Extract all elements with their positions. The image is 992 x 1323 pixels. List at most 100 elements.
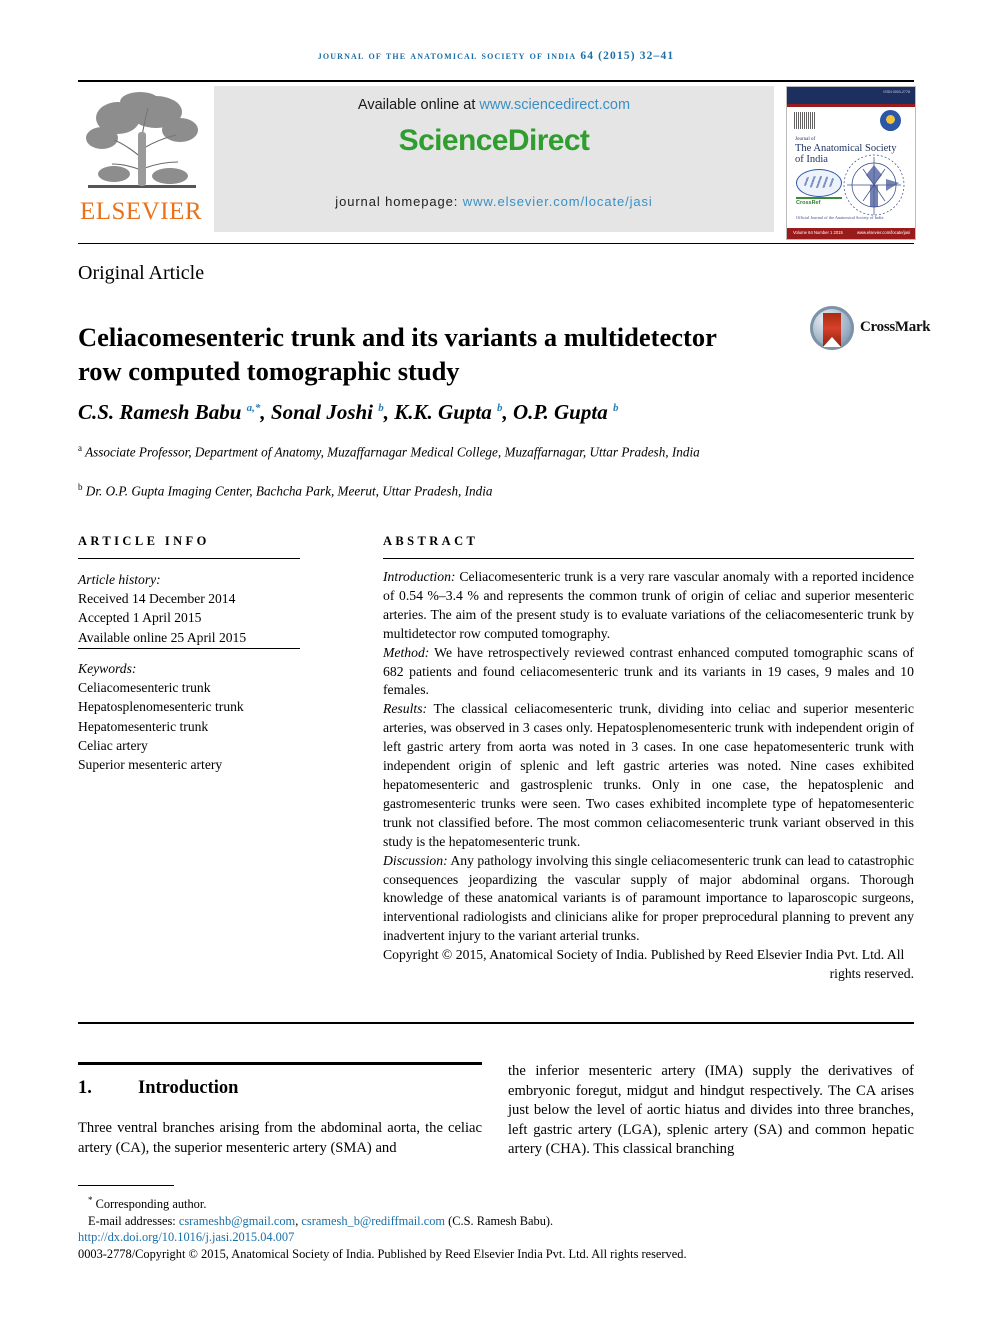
corresponding-author-text: Corresponding author. xyxy=(92,1197,207,1212)
article-page: Journal of the Anatomical Society of Ind… xyxy=(0,0,992,1323)
abstract-label-discussion: Discussion: xyxy=(383,852,448,868)
crossmark-badge[interactable]: CrossMark xyxy=(810,304,931,354)
body-column-left: 1. Introduction Three ventral branches ar… xyxy=(78,1062,482,1158)
sciencedirect-link[interactable]: www.sciencedirect.com xyxy=(479,97,630,113)
article-info-heading: ARTICLE INFO xyxy=(78,534,210,548)
abstract-label-introduction: Introduction: xyxy=(383,569,456,584)
affiliation-b: b Dr. O.P. Gupta Imaging Center, Bachcha… xyxy=(78,479,818,500)
introduction-paragraph-left: Three ventral branches arising from the … xyxy=(78,1120,482,1156)
header-rule xyxy=(78,80,914,82)
article-history: Article history: Received 14 December 20… xyxy=(78,570,308,647)
doi-link[interactable]: http://dx.doi.org/10.1016/j.jasi.2015.04… xyxy=(78,1230,294,1244)
cover-society-seal-icon xyxy=(880,110,901,131)
article-history-label: Article history: xyxy=(78,572,161,587)
introduction-text-right: the inferior mesenteric artery (IMA) sup… xyxy=(508,1062,914,1160)
cover-bottom-band: Volume 64 Number 1 2015 www.elsevier.com… xyxy=(787,228,915,239)
abstract-copyright-continued: rights reserved. xyxy=(829,966,914,982)
affiliation-a-marker: a xyxy=(78,443,82,453)
abstract-heading: ABSTRACT xyxy=(383,534,479,548)
affiliation-a-text: Associate Professor, Department of Anato… xyxy=(85,444,700,460)
abstract-text-method: We have retrospectively reviewed contras… xyxy=(383,644,914,698)
cover-url: www.elsevier.com/locate/jasi xyxy=(856,230,910,235)
keywords-block: Keywords: Celiacomesenteric trunk Hepato… xyxy=(78,659,318,774)
sciencedirect-logo-direct: Direct xyxy=(507,124,590,157)
email-label: E-mail addresses: xyxy=(88,1213,179,1228)
cover-red-rule xyxy=(787,104,915,107)
history-item: Available online 25 April 2015 xyxy=(78,629,247,645)
affiliation-b-marker: b xyxy=(78,482,83,492)
keyword-item: Celiacomesenteric trunk xyxy=(78,680,211,696)
abstract-text-discussion: Any pathology involving this single celi… xyxy=(383,852,914,944)
page-title: Celiacomesenteric trunk and its variants… xyxy=(78,321,717,386)
abstract-label-results: Results: xyxy=(383,701,428,717)
affiliation-b-text: Dr. O.P. Gupta Imaging Center, Bachcha P… xyxy=(85,483,493,499)
available-online-line: Available online at www.sciencedirect.co… xyxy=(214,97,774,113)
introduction-number: 1. xyxy=(78,1078,92,1098)
elsevier-wordmark: ELSEVIER xyxy=(79,198,203,225)
keywords-label: Keywords: xyxy=(78,661,137,676)
keyword-item: Hepatosplenomesenteric trunk xyxy=(78,699,244,715)
available-online-text: Available online at xyxy=(357,97,480,113)
corresponding-author-line: * Corresponding author. xyxy=(78,1192,914,1213)
abstract-text-introduction: Celiacomesenteric trunk is a very rare v… xyxy=(383,569,914,641)
email-link-1[interactable]: csrameshb@gmail.com xyxy=(179,1214,295,1228)
journal-homepage-link[interactable]: www.elsevier.com/locate/jasi xyxy=(463,194,653,209)
journal-homepage-label: journal homepage: xyxy=(335,194,463,209)
introduction-heading: 1. Introduction xyxy=(78,1078,482,1099)
abstract-paragraph-discussion: Discussion: Any pathology involving this… xyxy=(383,852,914,947)
journal-homepage-line: journal homepage: www.elsevier.com/locat… xyxy=(214,194,774,209)
footnote-block: * Corresponding author. E-mail addresses… xyxy=(78,1192,914,1263)
introduction-title: Introduction xyxy=(138,1078,239,1098)
keyword-item: Celiac artery xyxy=(78,737,148,753)
issn-copyright-line: 0003-2778/Copyright © 2015, Anatomical S… xyxy=(78,1247,687,1262)
email-line: E-mail addresses: csrameshb@gmail.com, c… xyxy=(78,1213,914,1229)
cover-issn: ISSN 0003-2778 xyxy=(883,90,910,94)
keyword-item: Hepatomesenteric trunk xyxy=(78,718,209,734)
email-attribution: (C.S. Ramesh Babu). xyxy=(445,1213,554,1228)
affiliation-a: a Associate Professor, Department of Ana… xyxy=(78,440,818,461)
footnote-rule xyxy=(78,1185,174,1187)
cover-green-label: CrossRef xyxy=(796,200,821,206)
abstract-copyright: Copyright © 2015, Anatomical Society of … xyxy=(383,947,905,963)
cover-green-rule xyxy=(796,197,842,199)
sciencedirect-logo: ScienceDirect xyxy=(214,124,774,158)
abstract-label-method: Method: xyxy=(383,644,430,660)
crossmark-label: CrossMark xyxy=(860,319,931,335)
history-item: Received 14 December 2014 xyxy=(78,591,236,607)
keywords-rule xyxy=(78,648,300,650)
body-column-right: the inferior mesenteric artery (IMA) sup… xyxy=(508,1062,914,1160)
journal-cover-image: ISSN 0003-2778 Journal of The Anatomical… xyxy=(786,86,916,240)
abstract-body: Introduction: Celiacomesenteric trunk is… xyxy=(383,568,914,984)
cover-journal-of-label: Journal of xyxy=(795,137,816,142)
abstract-paragraph-method: Method: We have retrospectively reviewed… xyxy=(383,644,914,701)
running-head: Journal of the Anatomical Society of Ind… xyxy=(317,50,675,62)
introduction-section-rule xyxy=(78,1062,482,1065)
crossmark-notch-shape xyxy=(823,337,841,347)
email-link-2[interactable]: csramesh_b@rediffmail.com xyxy=(301,1214,445,1228)
cover-top-band: ISSN 0003-2778 xyxy=(787,87,915,104)
crossmark-icon xyxy=(810,306,854,350)
article-type-label: Original Article xyxy=(78,262,205,284)
cover-volume-info: Volume 64 Number 1 2015 xyxy=(793,230,843,235)
doi-line: http://dx.doi.org/10.1016/j.jasi.2015.04… xyxy=(78,1229,914,1245)
abstract-bottom-rule xyxy=(78,1022,914,1024)
abstract-rule xyxy=(383,558,914,560)
history-item: Accepted 1 April 2015 xyxy=(78,610,202,626)
abstract-paragraph-results: Results: The classical celiacomesenteric… xyxy=(383,700,914,851)
introduction-paragraph-right: the inferior mesenteric artery (IMA) sup… xyxy=(508,1063,914,1158)
sciencedirect-logo-science: Science xyxy=(398,124,509,157)
cover-anatomy-figure-icon xyxy=(837,149,911,221)
abstract-paragraph-introduction: Introduction: Celiacomesenteric trunk is… xyxy=(383,568,914,644)
elsevier-tree-icon xyxy=(84,88,200,198)
cover-globe-icon xyxy=(796,169,842,197)
elsevier-logo: ELSEVIER xyxy=(78,86,204,238)
article-info-rule xyxy=(78,558,300,560)
author-list: C.S. Ramesh Babu a,*, Sonal Joshi b, K.K… xyxy=(78,400,619,424)
cover-elsevier-mark-icon xyxy=(794,112,816,129)
keyword-item: Superior mesenteric artery xyxy=(78,757,223,773)
masthead: ELSEVIER Available online at www.science… xyxy=(78,86,916,240)
sciencedirect-banner: Available online at www.sciencedirect.co… xyxy=(214,86,774,232)
masthead-bottom-rule xyxy=(78,243,914,245)
abstract-text-results: The classical celiacomesenteric trunk, d… xyxy=(383,701,914,849)
introduction-text-left: Three ventral branches arising from the … xyxy=(78,1119,482,1158)
